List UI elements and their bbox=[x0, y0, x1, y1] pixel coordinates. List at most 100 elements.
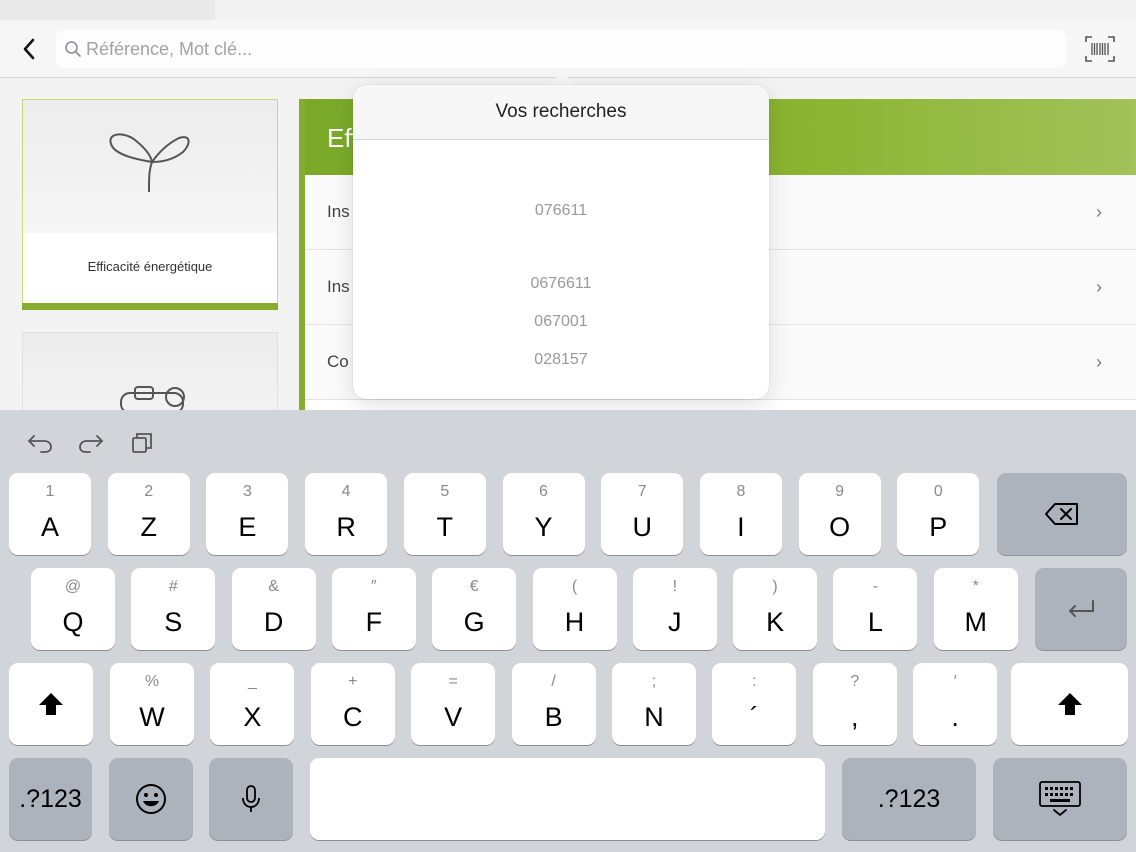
key-main-label: O bbox=[829, 512, 851, 542]
key-main-label: G bbox=[463, 607, 485, 637]
key-k[interactable]: ) K bbox=[733, 568, 818, 650]
key-i[interactable]: 8I bbox=[699, 473, 782, 555]
key-t[interactable]: 5T bbox=[403, 473, 486, 555]
key-alt-label: 3 bbox=[242, 483, 252, 500]
key-alt-label: 1 bbox=[45, 483, 55, 500]
key-symbol[interactable]: ?, bbox=[812, 663, 897, 745]
key-main-label: J bbox=[668, 607, 682, 637]
numbers-key-label: .?123 bbox=[19, 784, 82, 813]
return-key[interactable] bbox=[1035, 568, 1127, 650]
row-label: Ins bbox=[327, 202, 350, 221]
key-alt-label: = bbox=[448, 673, 458, 690]
key-main-label: W bbox=[139, 702, 165, 732]
recent-search-item[interactable]: 028157 bbox=[353, 351, 769, 369]
key-main-label: K bbox=[766, 607, 785, 637]
key-r[interactable]: 4R bbox=[305, 473, 388, 555]
search-icon bbox=[65, 41, 81, 57]
redo-button[interactable] bbox=[76, 428, 106, 458]
shift-key-left[interactable] bbox=[9, 663, 93, 745]
undo-button[interactable] bbox=[25, 428, 55, 458]
key-f[interactable]: ″ F bbox=[331, 568, 416, 650]
recent-search-item[interactable]: 0676611 bbox=[353, 275, 769, 293]
redo-icon bbox=[79, 435, 103, 453]
key-alt-label: ! bbox=[672, 578, 678, 595]
key-alt-label: _ bbox=[247, 673, 257, 690]
key-main-label: L bbox=[867, 607, 883, 637]
key-e[interactable]: 3E bbox=[206, 473, 289, 555]
clipboard-icon bbox=[132, 433, 152, 453]
numbers-key-left[interactable]: .?123 bbox=[9, 758, 92, 840]
key-alt-label: 7 bbox=[637, 483, 647, 500]
key-alt-label: ″ bbox=[371, 578, 377, 595]
key-alt-label: 8 bbox=[736, 483, 746, 500]
key-main-label: Z bbox=[140, 512, 157, 542]
emoji-icon bbox=[136, 784, 166, 814]
barcode-scan-button[interactable] bbox=[1084, 34, 1116, 64]
category-card-efficacite[interactable]: Efficacité énergétique bbox=[22, 99, 278, 310]
key-n[interactable]: ; N bbox=[612, 663, 696, 745]
key-alt-label: ; bbox=[651, 673, 657, 690]
back-button[interactable] bbox=[14, 34, 44, 64]
key-main-label: T bbox=[436, 512, 454, 542]
key-symbol[interactable]: ′. bbox=[913, 663, 998, 745]
key-alt-label: # bbox=[168, 578, 178, 595]
microphone-icon bbox=[242, 785, 260, 812]
key-w[interactable]: % W bbox=[110, 663, 194, 745]
key-b[interactable]: / B bbox=[511, 663, 596, 745]
key-s[interactable]: # S bbox=[131, 568, 216, 650]
key-alt-label: & bbox=[268, 578, 279, 595]
key-alt-label: : bbox=[752, 673, 757, 690]
emoji-key[interactable] bbox=[109, 758, 193, 840]
key-c[interactable]: + C bbox=[310, 663, 395, 745]
search-field[interactable] bbox=[56, 30, 1066, 68]
shift-key-right[interactable] bbox=[1011, 663, 1128, 745]
key-main-label: ´ bbox=[749, 702, 759, 732]
category-card-2[interactable] bbox=[22, 332, 278, 410]
backspace-icon bbox=[1045, 503, 1078, 525]
key-o[interactable]: 9O bbox=[798, 473, 881, 555]
key-alt-label: @ bbox=[64, 578, 82, 595]
key-d[interactable]: & D bbox=[231, 568, 316, 650]
key-x[interactable]: _ X bbox=[210, 663, 295, 745]
key-main-label: S bbox=[164, 607, 183, 637]
key-alt-label: 5 bbox=[440, 483, 450, 500]
dictation-key[interactable] bbox=[209, 758, 293, 840]
key-alt-label: - bbox=[872, 578, 879, 595]
key-alt-label: % bbox=[144, 673, 160, 690]
key-main-label: N bbox=[644, 702, 664, 732]
undo-icon bbox=[28, 435, 52, 453]
key-main-label: I bbox=[737, 512, 745, 542]
key-main-label: Y bbox=[534, 512, 553, 542]
key-m[interactable]: * M bbox=[933, 568, 1018, 650]
chevron-right-icon: › bbox=[1096, 277, 1102, 297]
key-v[interactable]: = V bbox=[411, 663, 496, 745]
recent-search-item[interactable]: 076611 bbox=[353, 202, 769, 220]
key-alt-label: / bbox=[551, 673, 556, 690]
key-main-label: R bbox=[336, 512, 356, 542]
key-alt-label: + bbox=[348, 673, 358, 690]
backspace-key[interactable] bbox=[997, 473, 1127, 555]
search-input[interactable] bbox=[86, 30, 1046, 68]
key-alt-label: ( bbox=[571, 578, 578, 595]
key-y[interactable]: 6Y bbox=[502, 473, 585, 555]
space-key[interactable] bbox=[310, 758, 825, 840]
row-label: Ins bbox=[327, 277, 350, 296]
key-h[interactable]: (H bbox=[532, 568, 617, 650]
paste-button[interactable] bbox=[128, 428, 158, 458]
key-u[interactable]: 7U bbox=[601, 473, 684, 555]
key-z[interactable]: 2Z bbox=[107, 473, 190, 555]
key-main-label: V bbox=[444, 702, 463, 732]
recent-search-item[interactable]: 067001 bbox=[353, 313, 769, 331]
key-p[interactable]: 0P bbox=[897, 473, 980, 555]
key-j[interactable]: ! J bbox=[632, 568, 717, 650]
key-alt-label: ? bbox=[850, 673, 860, 690]
key-symbol[interactable]: : ´ bbox=[712, 663, 797, 745]
shift-arrow-icon bbox=[1057, 693, 1082, 715]
key-q[interactable]: @ Q bbox=[31, 568, 115, 650]
key-main-label: Q bbox=[62, 607, 84, 637]
hide-keyboard-key[interactable] bbox=[993, 758, 1127, 840]
key-g[interactable]: € G bbox=[432, 568, 517, 650]
key-a[interactable]: 1A bbox=[9, 473, 91, 555]
key-l[interactable]: -L bbox=[833, 568, 918, 650]
numbers-key-right[interactable]: .?123 bbox=[842, 758, 976, 840]
